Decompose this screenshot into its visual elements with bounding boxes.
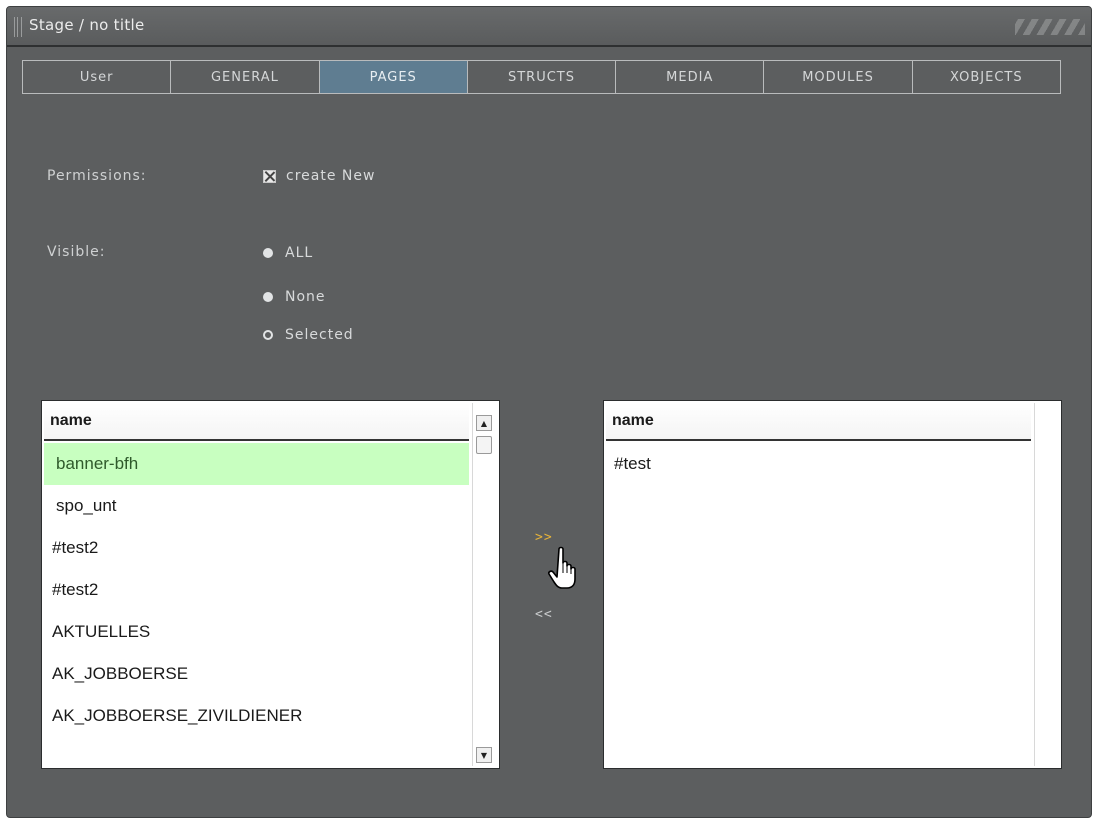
- tab-pages[interactable]: PAGES: [319, 61, 468, 93]
- visible-option-all[interactable]: ALL: [263, 245, 313, 261]
- list-item[interactable]: spo_unt: [44, 485, 469, 527]
- drag-grip-icon[interactable]: [14, 17, 22, 37]
- selected-pages-list[interactable]: name #test: [603, 400, 1062, 769]
- available-pages-list[interactable]: name banner-bfh spo_unt #test2 #test2 AK…: [41, 400, 500, 769]
- window-title: Stage / no title: [29, 16, 145, 34]
- tab-user[interactable]: User: [23, 61, 172, 93]
- list-header-name[interactable]: name: [606, 403, 1031, 441]
- stage-window: Stage / no title User GENERAL PAGES STRU…: [6, 6, 1092, 818]
- list-body: banner-bfh spo_unt #test2 #test2 AKTUELL…: [44, 443, 469, 737]
- list-item[interactable]: AK_JOBBOERSE_ZIVILDIENER: [44, 695, 469, 737]
- radio-none[interactable]: [263, 292, 273, 302]
- list-item[interactable]: #test: [606, 443, 1031, 485]
- create-new-label: create New: [286, 168, 376, 184]
- hand-cursor-icon: [548, 546, 576, 589]
- scroll-down-icon[interactable]: ▼: [476, 747, 492, 763]
- list-item[interactable]: AK_JOBBOERSE: [44, 653, 469, 695]
- tab-structs[interactable]: STRUCTS: [468, 61, 617, 93]
- list-item[interactable]: AKTUELLES: [44, 611, 469, 653]
- visible-option-none[interactable]: None: [263, 289, 326, 305]
- titlebar-stripes-icon: [1015, 19, 1085, 35]
- list-scrollbar[interactable]: ▲ ▼: [472, 403, 497, 766]
- tab-xobjects[interactable]: XOBJECTS: [913, 61, 1060, 93]
- scroll-up-icon[interactable]: ▲: [476, 415, 492, 431]
- list-item[interactable]: #test2: [44, 569, 469, 611]
- radio-none-label: None: [285, 289, 326, 305]
- tab-modules[interactable]: MODULES: [764, 61, 913, 93]
- permissions-label: Permissions:: [47, 168, 147, 184]
- remove-selected-button[interactable]: <<: [535, 607, 553, 622]
- add-selected-button[interactable]: >>: [535, 530, 553, 545]
- list-header-name[interactable]: name: [44, 403, 469, 441]
- tab-general[interactable]: GENERAL: [171, 61, 320, 93]
- radio-selected[interactable]: [263, 330, 273, 340]
- create-new-checkbox-row[interactable]: create New: [263, 168, 375, 184]
- scroll-thumb[interactable]: [476, 436, 492, 454]
- list-scrollbar[interactable]: [1034, 403, 1059, 766]
- tab-bar: User GENERAL PAGES STRUCTS MEDIA MODULES…: [22, 60, 1061, 94]
- list-item[interactable]: #test2: [44, 527, 469, 569]
- radio-all[interactable]: [263, 248, 273, 258]
- window-titlebar[interactable]: Stage / no title: [7, 7, 1091, 47]
- create-new-checkbox[interactable]: [263, 169, 276, 183]
- visible-label: Visible:: [47, 244, 106, 260]
- list-body: #test: [606, 443, 1031, 485]
- radio-selected-label: Selected: [285, 327, 354, 343]
- list-item[interactable]: banner-bfh: [44, 443, 469, 485]
- radio-all-label: ALL: [285, 245, 314, 261]
- tab-media[interactable]: MEDIA: [616, 61, 765, 93]
- visible-option-selected[interactable]: Selected: [263, 327, 354, 343]
